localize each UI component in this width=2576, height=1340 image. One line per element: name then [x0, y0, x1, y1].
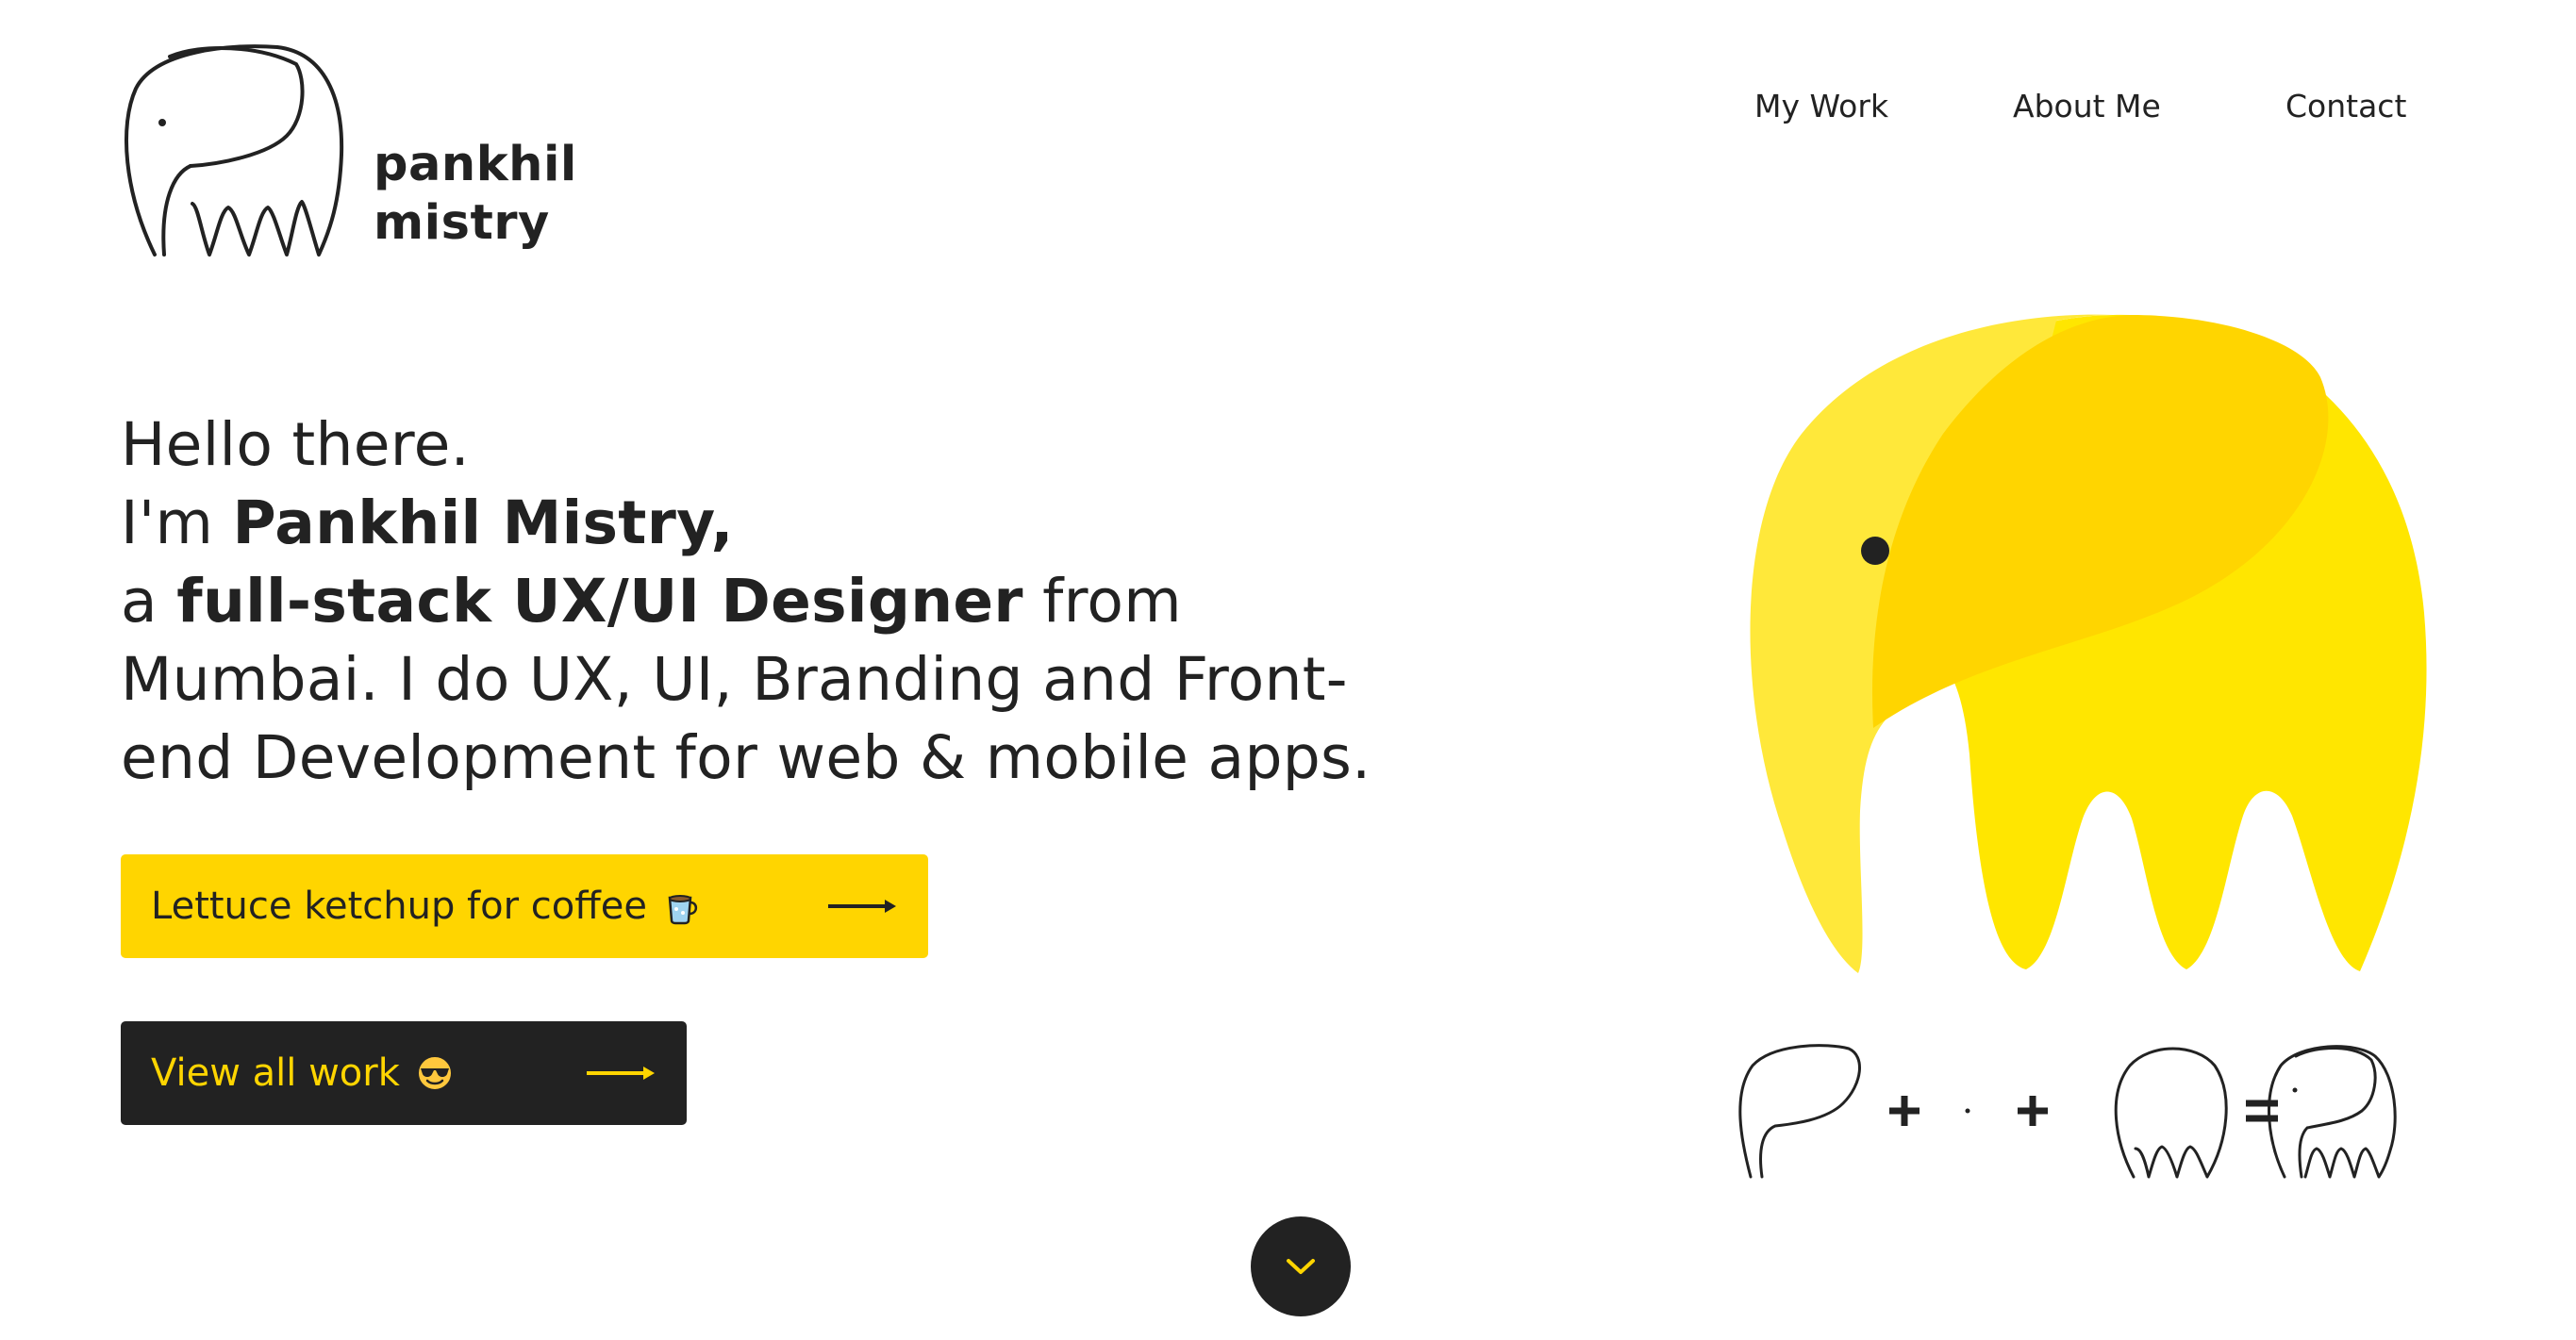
brand-name: pankhil mistry: [374, 136, 577, 253]
elephant-outline-icon: [124, 44, 344, 256]
result-eye-icon: [2292, 1087, 2298, 1093]
arrow-right-icon: [828, 900, 896, 913]
main-nav: My Work About Me Contact: [0, 83, 2576, 130]
view-all-work-label: View all work: [151, 1051, 400, 1095]
brand-name-line1: pankhil: [374, 137, 577, 192]
scroll-down-button[interactable]: [1251, 1216, 1351, 1316]
nav-item-my-work[interactable]: My Work: [1754, 83, 1888, 130]
elephant-eye-icon: [1861, 537, 1889, 565]
hero-role: full-stack UX/UI Designer: [176, 567, 1023, 636]
brand-name-line2: mistry: [374, 195, 550, 251]
coffee-button[interactable]: Lettuce ketchup for coffee: [121, 854, 928, 958]
ear-outline-icon: [1738, 1044, 1861, 1179]
nav-item-contact[interactable]: Contact: [2285, 83, 2406, 130]
result-head-outline: [2268, 1045, 2397, 1179]
view-all-work-button[interactable]: View all work: [121, 1021, 687, 1125]
hero-line-role: a full-stack UX/UI Designer from: [121, 562, 1536, 640]
yellow-elephant-illustration: [1750, 314, 2427, 973]
hero-line-name: I'm Pankhil Mistry,: [121, 484, 1536, 562]
hero-im: I'm: [121, 488, 233, 557]
hero-from: from: [1022, 567, 1182, 636]
eye-dot-icon: [1965, 1108, 1970, 1114]
arrow-right-icon: [587, 1067, 655, 1080]
hero-line-services: Mumbai. I do UX, UI, Branding and Front-: [121, 645, 1348, 714]
logo-construction-equation: [1738, 1044, 2397, 1179]
nav-item-about-me[interactable]: About Me: [2013, 83, 2161, 130]
body-outline-icon: [2114, 1047, 2228, 1179]
chevron-down-icon: [1287, 1259, 1315, 1274]
sunglasses-face-icon: [416, 1055, 453, 1091]
hero-line-platforms: end Development for web & mobile apps.: [121, 723, 1371, 792]
logo-link[interactable]: pankhil mistry: [117, 41, 577, 260]
hero-a: a: [121, 567, 177, 636]
hero-name: Pankhil Mistry,: [232, 488, 734, 557]
coffee-button-label: Lettuce ketchup for coffee: [151, 885, 648, 928]
hero-line-greeting: Hello there.: [121, 410, 471, 479]
coffee-mug-icon: [668, 895, 698, 925]
hero-intro: Hello there. I'm Pankhil Mistry, a full-…: [121, 405, 1536, 797]
